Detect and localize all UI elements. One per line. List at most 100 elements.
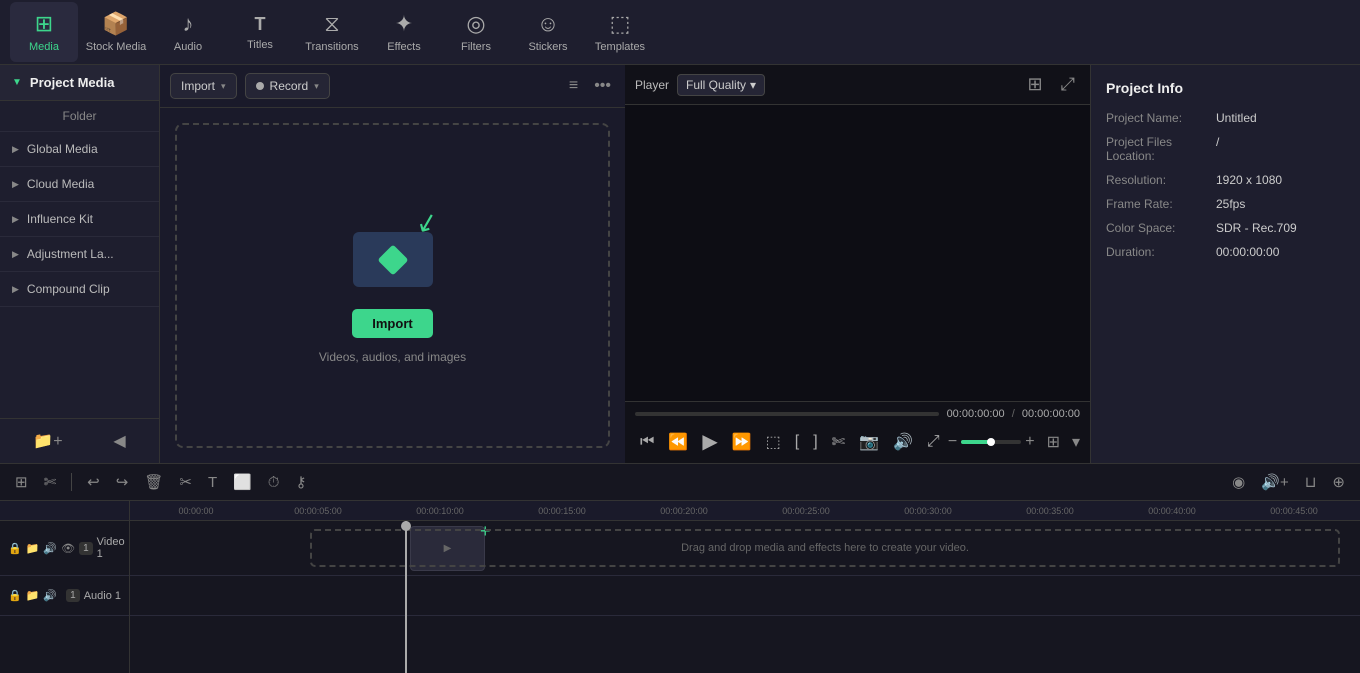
audio-track-folder-icon[interactable]: 📁: [26, 589, 40, 602]
mark-out-icon[interactable]: ]: [808, 430, 822, 454]
video-track-mute-icon[interactable]: 🔊: [43, 542, 57, 555]
layout-options-icon[interactable]: ▾: [1072, 432, 1080, 452]
timeline-grid-icon[interactable]: ⊞: [10, 470, 33, 494]
drop-text: Videos, audios, and images: [319, 350, 466, 364]
ruler-mark-8: 00:00:40:00: [1111, 506, 1233, 516]
zoom-slider[interactable]: [961, 440, 1021, 444]
add-folder-btn[interactable]: 📁+: [29, 427, 66, 455]
project-files-label: Project Files Location:: [1106, 135, 1216, 163]
duration-value: 00:00:00:00: [1216, 245, 1279, 259]
step-back-icon[interactable]: ⏪: [663, 429, 693, 455]
project-files-row: Project Files Location: /: [1106, 135, 1345, 163]
redo-icon[interactable]: ↪: [111, 470, 134, 494]
sidebar-arrow: ▼: [12, 77, 22, 88]
link-icon[interactable]: ⚷: [291, 470, 312, 494]
clip-icon[interactable]: ✄: [827, 429, 850, 455]
zoom-out-icon[interactable]: −: [948, 433, 957, 451]
audio-icon[interactable]: 🔊: [888, 429, 918, 455]
audio-track-mute-icon[interactable]: 🔊: [43, 589, 57, 602]
compound-clip-arrow: ▶: [12, 284, 19, 295]
split-audio-icon[interactable]: ⊔: [1300, 470, 1322, 494]
nav-item-stickers[interactable]: ☺ Stickers: [514, 2, 582, 62]
import-chevron-icon: ▾: [221, 81, 226, 92]
audio-icon: ♪: [183, 11, 194, 37]
folder-label: Folder: [62, 109, 96, 123]
video-drop-zone[interactable]: Drag and drop media and effects here to …: [310, 529, 1340, 567]
video-track-eye-icon[interactable]: 👁: [61, 542, 75, 555]
undo-icon[interactable]: ↩: [82, 470, 105, 494]
nav-item-effects[interactable]: ✦ Effects: [370, 2, 438, 62]
video-track-badge: 1: [79, 542, 93, 555]
sidebar-project-media[interactable]: ▼ Project Media: [0, 65, 159, 101]
sidebar-item-adjustment-layer[interactable]: ▶ Adjustment La...: [0, 237, 159, 272]
snapshot-icon[interactable]: 📷: [854, 429, 884, 455]
grid-view-icon[interactable]: ⊞: [1023, 71, 1048, 98]
nav-item-transitions[interactable]: ⧖ Transitions: [298, 2, 366, 62]
color-space-row: Color Space: SDR - Rec.709: [1106, 221, 1345, 235]
video-track-folder-icon[interactable]: 📁: [26, 542, 40, 555]
adjustment-layer-arrow: ▶: [12, 249, 19, 260]
record-button[interactable]: Record ▾: [245, 73, 330, 99]
speed-icon[interactable]: ⏱: [263, 471, 285, 494]
skip-back-icon[interactable]: ⏮: [635, 430, 659, 454]
ruler-mark-3: 00:00:15:00: [501, 506, 623, 516]
project-name-row: Project Name: Untitled: [1106, 111, 1345, 125]
audio-track-lock-icon[interactable]: 🔒: [8, 589, 22, 602]
timeline-cut-icon[interactable]: ✄: [39, 470, 62, 494]
group-icon[interactable]: ⊕: [1327, 470, 1350, 494]
video-track-lock-icon[interactable]: 🔒: [8, 542, 22, 555]
sidebar-item-influence-kit[interactable]: ▶ Influence Kit: [0, 202, 159, 237]
more-options-icon[interactable]: •••: [590, 73, 615, 99]
video-track-row[interactable]: ▶ + Drag and drop media and effects here…: [130, 521, 1360, 576]
crop-icon[interactable]: ⬜: [228, 470, 257, 494]
import-label: Import: [181, 79, 215, 93]
nav-item-templates[interactable]: ⬚ Templates: [586, 2, 654, 62]
media-icon: ⊞: [35, 11, 53, 37]
expand-icon[interactable]: ⤢: [922, 430, 945, 454]
mark-in-icon[interactable]: [: [790, 430, 804, 454]
sidebar-folder-btn[interactable]: Folder: [0, 101, 159, 132]
color-space-value: SDR - Rec.709: [1216, 221, 1297, 235]
nav-item-filters[interactable]: ◎ Filters: [442, 2, 510, 62]
playback-buttons: ⏮ ⏪ ▶ ⏩ ⬚ [ ] ✄ 📷 🔊 ⤢: [635, 426, 945, 457]
import-button[interactable]: Import ▾: [170, 73, 237, 99]
bottom-section: ⊞ ✄ ↩ ↪ 🗑 ✂ T ⬜ ⏱ ⚷ ◉ 🔊+ ⊔ ⊕ 🔒 📁 🔊 👁 1 V…: [0, 463, 1360, 673]
progress-track[interactable]: [635, 412, 939, 416]
media-panel: Import ▾ Record ▾ ≡ ••• ↙: [160, 65, 625, 463]
nav-item-titles[interactable]: T Titles: [226, 2, 294, 62]
import-box: ↙ Import Videos, audios, and images: [319, 207, 466, 364]
drop-zone-text: Drag and drop media and effects here to …: [681, 542, 969, 554]
collapse-sidebar-btn[interactable]: ◀: [109, 427, 129, 455]
nav-item-stock-media[interactable]: 📦 Stock Media: [82, 2, 150, 62]
layout-icon[interactable]: ⊞: [1047, 432, 1060, 452]
ruler-mark-6: 00:00:30:00: [867, 506, 989, 516]
timeline-content: 00:00:00 00:00:05:00 00:00:10:00 00:00:1…: [130, 501, 1360, 673]
nav-item-media[interactable]: ⊞ Media: [10, 2, 78, 62]
media-drop-area[interactable]: ↙ Import Videos, audios, and images: [175, 123, 610, 448]
play-icon[interactable]: ▶: [697, 426, 722, 457]
audio-track-row[interactable]: [130, 576, 1360, 616]
zoom-in-icon[interactable]: +: [1025, 433, 1034, 451]
magnet-icon[interactable]: ◉: [1227, 470, 1250, 494]
green-import-button[interactable]: Import: [352, 309, 432, 338]
import-graphic: ↙: [343, 207, 443, 297]
delete-icon[interactable]: 🗑: [139, 470, 168, 494]
audio-track-header: 🔒 📁 🔊 1 Audio 1: [0, 576, 129, 616]
sidebar-item-cloud-media[interactable]: ▶ Cloud Media: [0, 167, 159, 202]
text-overlay-icon[interactable]: T: [203, 471, 222, 494]
sidebar-bottom: 📁+ ◀: [0, 418, 159, 463]
add-audio-track-icon[interactable]: 🔊+: [1256, 470, 1293, 494]
quality-select[interactable]: Full Quality ▾: [677, 74, 765, 96]
player-panel: Player Full Quality ▾ ⊞ ⤢ 00:00:00:00 / …: [625, 65, 1090, 463]
split-icon[interactable]: ✂: [174, 470, 197, 494]
progress-bar[interactable]: 00:00:00:00 / 00:00:00:00: [635, 408, 1080, 420]
sidebar-item-compound-clip[interactable]: ▶ Compound Clip: [0, 272, 159, 307]
loop-icon[interactable]: ⬚: [761, 429, 786, 455]
nav-item-audio[interactable]: ♪ Audio: [154, 2, 222, 62]
sidebar-item-global-media[interactable]: ▶ Global Media: [0, 132, 159, 167]
ruler-marks: 00:00:00 00:00:05:00 00:00:10:00 00:00:1…: [135, 506, 1355, 516]
ruler-mark-7: 00:00:35:00: [989, 506, 1111, 516]
fullscreen-icon[interactable]: ⤢: [1056, 71, 1080, 98]
filter-icon[interactable]: ≡: [565, 73, 582, 99]
step-forward-icon[interactable]: ⏩: [727, 429, 757, 455]
